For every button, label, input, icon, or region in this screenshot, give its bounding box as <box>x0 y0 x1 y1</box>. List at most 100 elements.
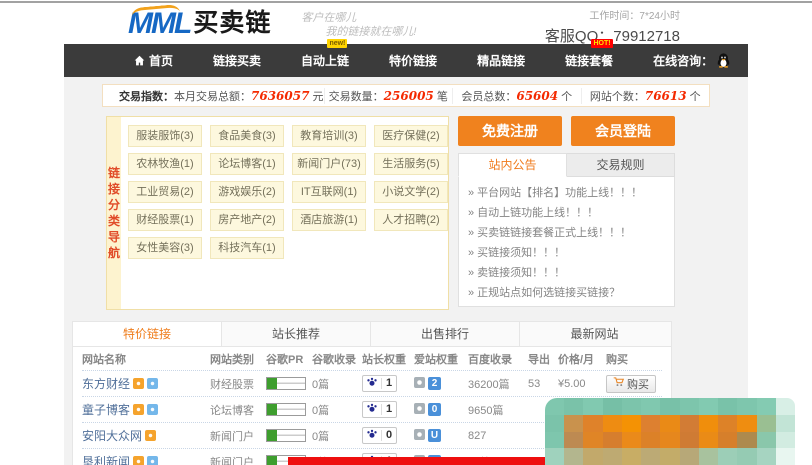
mosaic-cell <box>757 398 776 415</box>
nav-item-2[interactable]: 链接买卖 <box>213 52 261 69</box>
chinaz-weight-cell: 1 <box>362 401 414 418</box>
category-link[interactable]: 新闻门户(73) <box>292 153 366 175</box>
mosaic-cell <box>737 415 756 432</box>
market-tabs: 特价链接站长推荐出售排行最新网站 <box>73 322 671 347</box>
site-container: MML 买卖链 客户在哪儿 我的链接就在哪儿! 工作时间：7*24小时 客服QQ… <box>64 3 748 465</box>
stat-label: 会员总数： <box>461 91 516 103</box>
stat-item: 网站个数：76613 个 <box>581 88 710 104</box>
category-link[interactable]: IT互联网(1) <box>292 181 366 203</box>
mosaic-cell <box>699 415 718 432</box>
mosaic-cell <box>737 432 756 449</box>
notice-item[interactable]: » 平台网站【排名】功能上线！！！ <box>468 183 665 203</box>
mosaic-cell <box>564 398 583 415</box>
notice-tab-2[interactable]: 交易规则 <box>567 153 675 177</box>
chinaz-weight-value: 0 <box>381 430 392 441</box>
nav-item-label: 自动上链 <box>301 52 349 69</box>
site-category: 论坛博客 <box>210 402 266 418</box>
chinaz-weight-badge: 1 <box>362 375 397 392</box>
mosaic-cell <box>603 432 622 449</box>
category-link[interactable]: 工业贸易(2) <box>128 181 202 203</box>
category-link[interactable]: 女性美容(3) <box>128 237 202 259</box>
notice-list: » 平台网站【排名】功能上线！！！» 自动上链功能上线！！！» 买卖链链接套餐正… <box>458 176 675 307</box>
cart-icon <box>613 377 624 390</box>
qq-penguin-icon <box>717 53 730 68</box>
market-tab-2[interactable]: 站长推荐 <box>222 322 371 346</box>
category-link[interactable]: 教育培训(3) <box>292 125 366 147</box>
pr-fill <box>267 430 277 441</box>
paw-icon <box>367 429 377 442</box>
chinaz-weight-cell: 0 <box>362 427 414 444</box>
column-header: 爱站权重 <box>414 351 468 367</box>
stat-label: 网站个数： <box>590 91 645 103</box>
pr-fill <box>267 404 277 415</box>
market-tab-3[interactable]: 出售排行 <box>371 322 520 346</box>
notice-item[interactable]: » 正规站点如何选链接买链接？ <box>468 283 665 303</box>
nav-item-label: 链接套餐 <box>565 52 613 69</box>
nav-item-7[interactable]: 在线咨询： <box>653 52 730 69</box>
site-name-link[interactable]: 东方财经 <box>82 377 130 391</box>
category-link[interactable]: 科技汽车(1) <box>210 237 284 259</box>
censored-overlay <box>545 398 795 465</box>
category-sidebar-label: 链接分类导航 <box>107 117 121 309</box>
site-name-link[interactable]: 垦利新闻 <box>82 455 130 465</box>
chinaz-weight-cell: 1 <box>362 375 414 392</box>
mosaic-cell <box>680 415 699 432</box>
buy-button[interactable]: 购买 <box>606 375 656 393</box>
stats-bar: 交易指数： 本月交易总额：7636057 元交易数量：256005 笔会员总数：… <box>102 84 710 107</box>
pr-meter <box>266 403 306 416</box>
nav-item-1[interactable]: 首页 <box>134 52 173 69</box>
mosaic-cell <box>699 448 718 465</box>
category-link[interactable]: 人才招聘(2) <box>374 209 448 231</box>
site-logo[interactable]: MML 买卖链 <box>128 9 271 39</box>
google-included-count: 0篇 <box>312 428 362 444</box>
category-link[interactable]: 财经股票(1) <box>128 209 202 231</box>
site-name-link[interactable]: 安阳大众网 <box>82 429 142 443</box>
notice-item[interactable]: » 自动上链功能上线！！！ <box>468 203 665 223</box>
mosaic-cell <box>660 398 679 415</box>
aizhan-weight-value: 0 <box>428 403 441 416</box>
register-button[interactable]: 免费注册 <box>458 116 562 146</box>
notice-item[interactable]: » 卖链接须知！！！ <box>468 263 665 283</box>
column-header: 百度收录 <box>468 351 528 367</box>
buy-label: 购买 <box>627 376 649 392</box>
nav-item-5[interactable]: 精品链接 <box>477 52 525 69</box>
aizhan-icon <box>414 429 425 440</box>
category-link[interactable]: 酒店旅游(1) <box>292 209 366 231</box>
site-header: MML 买卖链 客户在哪儿 我的链接就在哪儿! 工作时间：7*24小时 客服QQ… <box>64 3 748 44</box>
mosaic-cell <box>776 448 795 465</box>
category-link[interactable]: 农林牧渔(1) <box>128 153 202 175</box>
category-link[interactable]: 论坛博客(1) <box>210 153 284 175</box>
buy-cell: 购买 <box>606 375 662 393</box>
column-header: 站长权重 <box>362 351 414 367</box>
market-tab-4[interactable]: 最新网站 <box>520 322 669 346</box>
stat-item: 交易数量：256005 笔 <box>324 88 453 104</box>
baidu-included-count: 827 <box>468 430 528 442</box>
blue-site-badge-icon <box>147 378 158 389</box>
category-link[interactable]: 生活服务(5) <box>374 153 448 175</box>
google-pr-cell <box>266 403 312 416</box>
sidebar-char: 链 <box>108 167 120 180</box>
mosaic-cell <box>680 448 699 465</box>
mosaic-cell <box>564 432 583 449</box>
nav-item-6[interactable]: 链接套餐HOT! <box>565 52 613 69</box>
category-link[interactable]: 小说文学(2) <box>374 181 448 203</box>
nav-item-3[interactable]: 自动上链new! <box>301 52 349 69</box>
notice-item[interactable]: » 买卖链链接套餐正式上线！！！ <box>468 223 665 243</box>
pr-meter <box>266 377 306 390</box>
aizhan-weight-cell: 0 <box>414 403 468 416</box>
mosaic-cell <box>622 432 641 449</box>
mosaic-cell <box>757 432 776 449</box>
category-link[interactable]: 服装服饰(3) <box>128 125 202 147</box>
category-link[interactable]: 房产地产(2) <box>210 209 284 231</box>
category-link[interactable]: 医疗保健(2) <box>374 125 448 147</box>
notice-item[interactable]: » 买链接须知！！！ <box>468 243 665 263</box>
site-name-link[interactable]: 童子博客 <box>82 403 130 417</box>
notice-tab-1[interactable]: 站内公告 <box>458 153 567 177</box>
market-tab-1[interactable]: 特价链接 <box>73 322 222 346</box>
nav-item-label: 链接买卖 <box>213 52 261 69</box>
mosaic-cell <box>718 415 737 432</box>
category-link[interactable]: 游戏娱乐(2) <box>210 181 284 203</box>
nav-item-4[interactable]: 特价链接 <box>389 52 437 69</box>
category-link[interactable]: 食品美食(3) <box>210 125 284 147</box>
login-button[interactable]: 会员登陆 <box>571 116 675 146</box>
